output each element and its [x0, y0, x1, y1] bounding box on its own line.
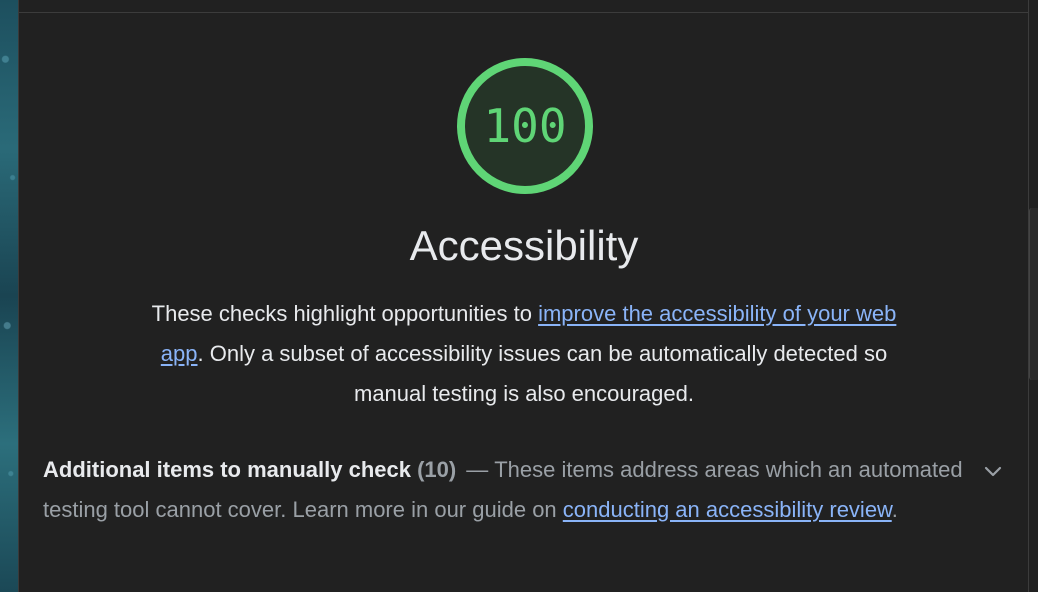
description-text: These checks highlight opportunities to	[151, 301, 539, 326]
section-divider	[19, 12, 1029, 13]
group-separator: —	[466, 457, 489, 482]
group-count: (10)	[417, 457, 457, 482]
score-value: 100	[483, 99, 567, 153]
lighthouse-report-panel: 100 Accessibility These checks highlight…	[18, 0, 1038, 592]
chevron-down-icon[interactable]	[981, 460, 1005, 484]
category-description: These checks highlight opportunities to …	[129, 294, 919, 414]
score-gauge: 100	[453, 54, 597, 198]
description-text-continued: . Only a subset of accessibility issues …	[197, 341, 888, 406]
group-description-suffix: .	[891, 497, 898, 522]
category-title: Accessibility	[409, 222, 639, 269]
group-title: Additional items to manually check	[43, 457, 411, 482]
manual-audit-group[interactable]: Additional items to manually check (10) —…	[43, 450, 963, 530]
desktop-wallpaper	[0, 0, 18, 592]
scrollbar-thumb[interactable]	[1029, 208, 1038, 380]
accessibility-review-link[interactable]: conducting an accessibility review	[563, 497, 892, 522]
